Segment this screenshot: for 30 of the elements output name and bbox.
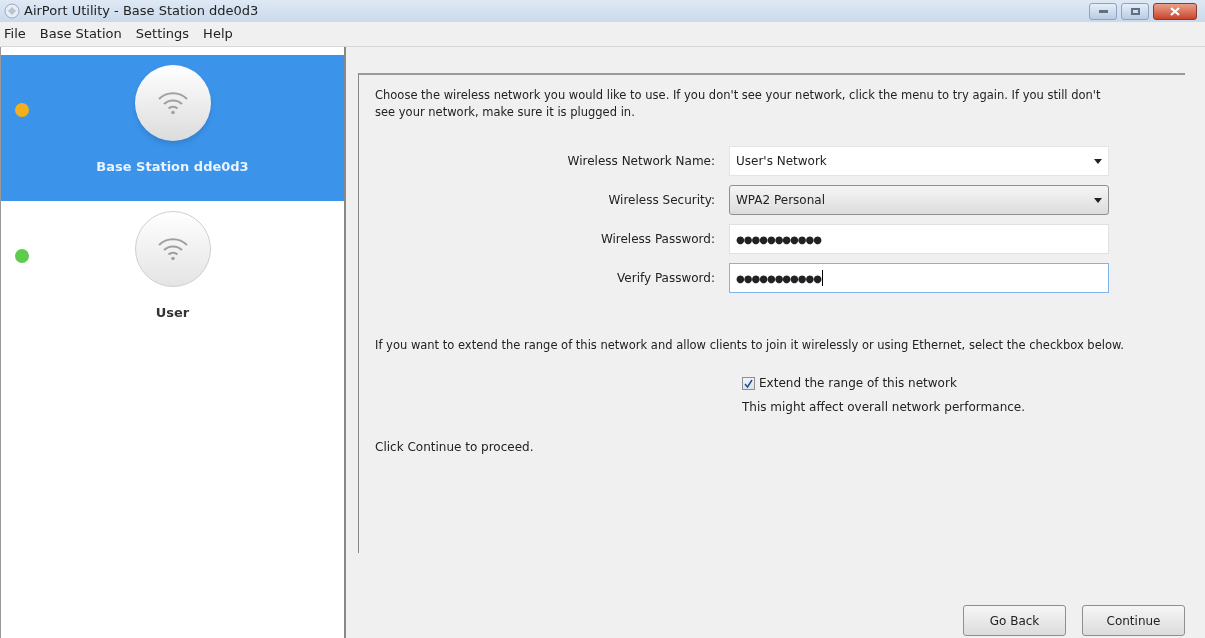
extend-checkbox[interactable] bbox=[742, 376, 755, 390]
window-title: AirPort Utility - Base Station dde0d3 bbox=[24, 2, 259, 21]
field-label: Wireless Network Name: bbox=[566, 153, 716, 170]
performance-note: This might affect overall network performance. bbox=[742, 399, 1027, 416]
base-station-name: Base Station dde0d3 bbox=[96, 158, 249, 176]
maximize-button[interactable] bbox=[1121, 2, 1149, 20]
menu-item[interactable]: Settings bbox=[135, 24, 190, 44]
menu-item[interactable]: Base Station bbox=[39, 24, 122, 44]
network-name-combo[interactable]: User's Network bbox=[729, 146, 1109, 176]
extend-text: If you want to extend the range of this network and allow clients to join it wirelessly or using Ethernet, select the checkbox below. bbox=[375, 337, 1125, 354]
field-label: Wireless Security: bbox=[607, 192, 716, 209]
footer-text: Click Continue to proceed. bbox=[375, 439, 535, 456]
close-icon bbox=[1170, 6, 1180, 16]
security-select[interactable]: WPA2 Personal bbox=[729, 185, 1109, 215]
password-field[interactable]: ●●●●●●●●●●● bbox=[729, 263, 1109, 293]
menu-item[interactable]: File bbox=[4, 24, 26, 44]
menu-item[interactable]: Help bbox=[203, 24, 233, 44]
minimize-button[interactable] bbox=[1089, 2, 1117, 20]
go-back-button[interactable]: Go Back bbox=[963, 605, 1066, 636]
field-label: Verify Password: bbox=[616, 270, 716, 287]
app-icon bbox=[4, 3, 20, 19]
base-station-name: User bbox=[155, 304, 190, 322]
continue-button[interactable]: Continue bbox=[1082, 605, 1185, 636]
close-button[interactable] bbox=[1153, 2, 1197, 20]
dropdown-caret-icon bbox=[1094, 158, 1102, 164]
dropdown-caret-icon bbox=[1094, 197, 1102, 203]
checkbox-label[interactable]: Extend the range of this network bbox=[759, 374, 957, 392]
intro-text: Choose the wireless network you would like to use. If you don't see your network, click the menu to try again. If you still don't see your network, make sure it is plugged in. bbox=[375, 87, 1102, 121]
password-field[interactable]: ●●●●●●●●●●● bbox=[729, 224, 1109, 254]
field-label: Wireless Password: bbox=[599, 231, 716, 248]
